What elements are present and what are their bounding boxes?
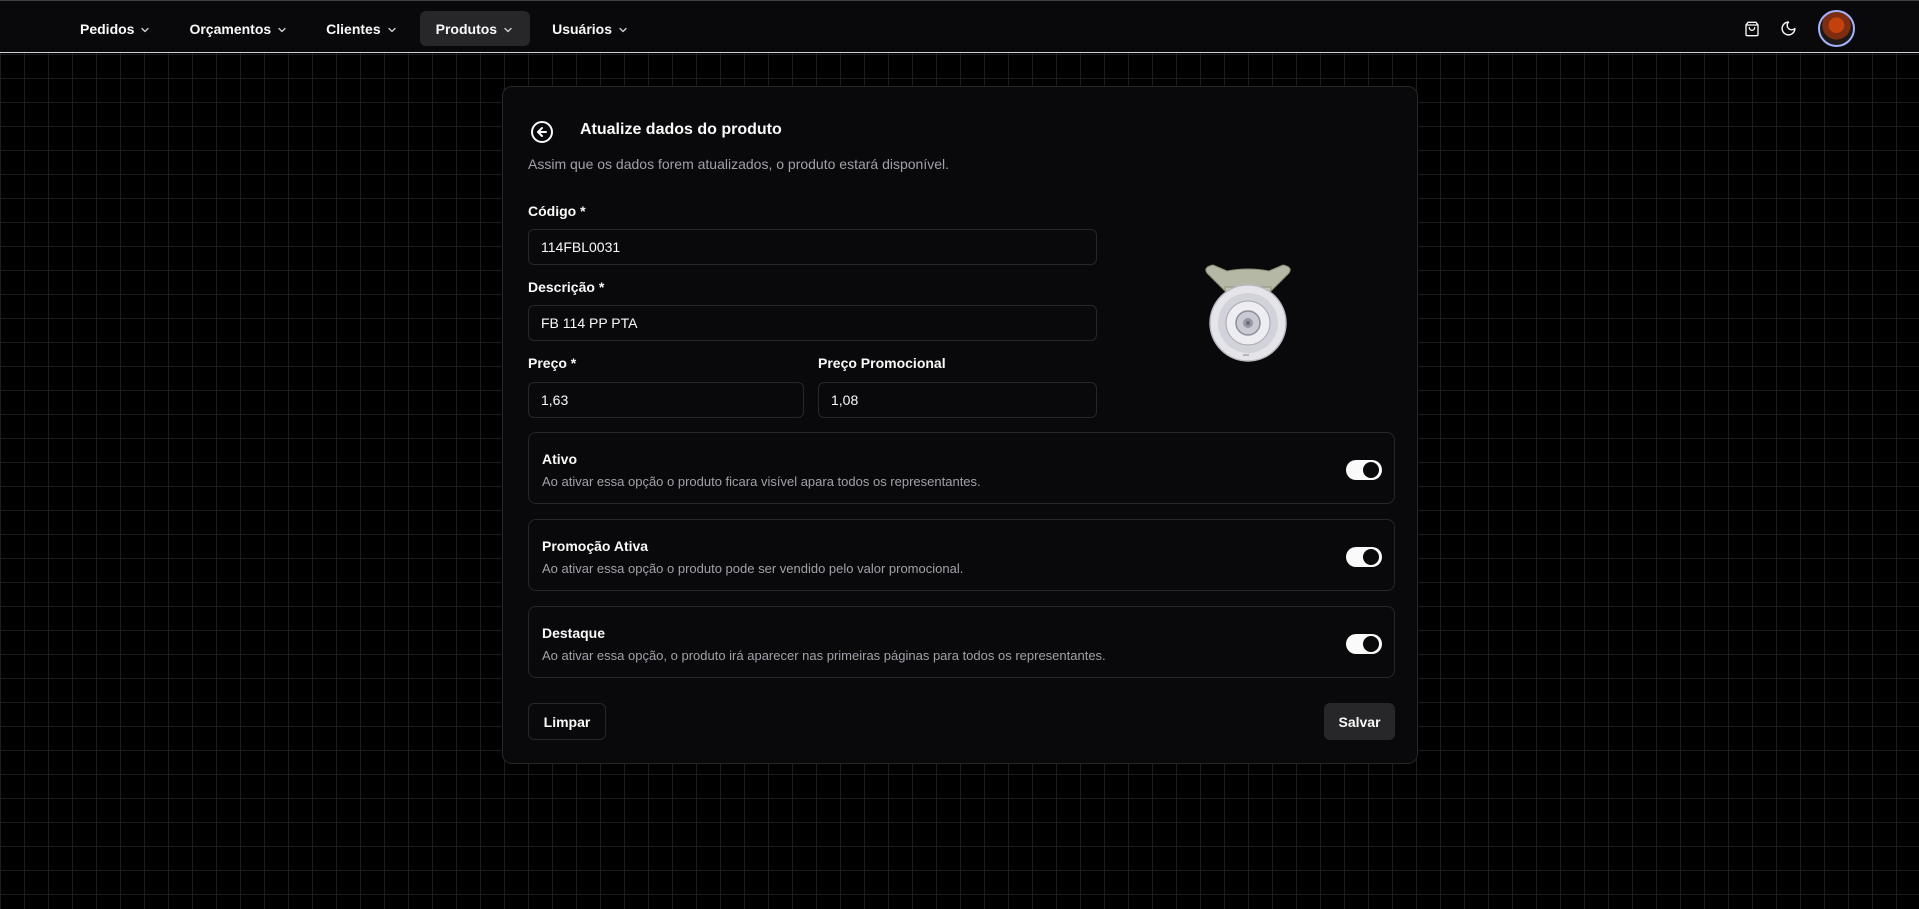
nav-item-usuarios[interactable]: Usuários [536, 11, 645, 46]
switch-description: Ao ativar essa opção o produto ficara vi… [542, 474, 981, 489]
preco-promocional-input[interactable] [818, 382, 1097, 418]
descricao-label: Descrição * [528, 279, 605, 295]
chevron-down-icon [502, 24, 514, 36]
nav-item-label: Produtos [435, 20, 498, 37]
switch-description: Ao ativar essa opção, o produto irá apar… [542, 648, 1106, 663]
preco-input[interactable] [528, 382, 804, 418]
arrow-left-circle-icon [531, 121, 553, 143]
moon-icon [1780, 21, 1796, 36]
page-subtitle: Assim que os dados forem atualizados, o … [528, 156, 950, 172]
ativo-toggle[interactable] [1346, 460, 1382, 480]
clear-button[interactable]: Limpar [528, 703, 606, 740]
destaque-toggle[interactable] [1346, 634, 1382, 654]
cart-icon [1745, 21, 1759, 36]
switch-row-destaque: Destaque Ao ativar essa opção, o produto… [528, 606, 1395, 678]
top-navbar: Pedidos Orçamentos Clientes Produtos Usu… [0, 0, 1919, 53]
page-title: Atualize dados do produto [580, 121, 782, 138]
nav-item-label: Orçamentos [189, 20, 272, 37]
toggle-knob [1363, 462, 1379, 478]
switch-title: Destaque [542, 625, 606, 641]
descricao-input[interactable] [528, 305, 1097, 341]
switch-row-ativo: Ativo Ao ativar essa opção o produto fic… [528, 432, 1395, 504]
chevron-down-icon [139, 24, 151, 36]
preco-promocional-label: Preço Promocional [818, 355, 946, 371]
switch-description: Ao ativar essa opção o produto pode ser … [542, 561, 964, 576]
chevron-down-icon [617, 24, 629, 36]
product-image [1205, 264, 1291, 362]
product-edit-card: Atualize dados do produto Assim que os d… [502, 86, 1418, 764]
preco-label: Preço * [528, 355, 577, 371]
nav-item-label: Clientes [326, 20, 381, 37]
nav-item-clientes[interactable]: Clientes [310, 11, 413, 46]
codigo-input[interactable] [528, 229, 1097, 265]
cart-button[interactable] [1738, 15, 1766, 43]
switch-row-promocao-ativa: Promoção Ativa Ao ativar essa opção o pr… [528, 519, 1395, 591]
main-nav: Pedidos Orçamentos Clientes Produtos Usu… [64, 11, 645, 46]
chevron-down-icon [276, 24, 288, 36]
chevron-down-icon [386, 24, 398, 36]
switch-title: Ativo [542, 451, 577, 467]
save-button[interactable]: Salvar [1324, 703, 1395, 740]
nav-item-produtos[interactable]: Produtos [419, 11, 531, 46]
nav-item-label: Pedidos [80, 20, 135, 37]
user-avatar[interactable] [1818, 10, 1855, 47]
nav-item-orcamentos[interactable]: Orçamentos [173, 11, 304, 46]
promocao-ativa-toggle[interactable] [1346, 547, 1382, 567]
back-button[interactable] [529, 119, 555, 145]
toggle-knob [1363, 549, 1379, 565]
nav-item-pedidos[interactable]: Pedidos [64, 11, 167, 46]
toggle-knob [1363, 636, 1379, 652]
nav-item-label: Usuários [552, 20, 613, 37]
theme-toggle-button[interactable] [1774, 15, 1802, 43]
switch-title: Promoção Ativa [542, 538, 649, 554]
navbar-actions [1738, 10, 1855, 47]
codigo-label: Código * [528, 203, 586, 219]
